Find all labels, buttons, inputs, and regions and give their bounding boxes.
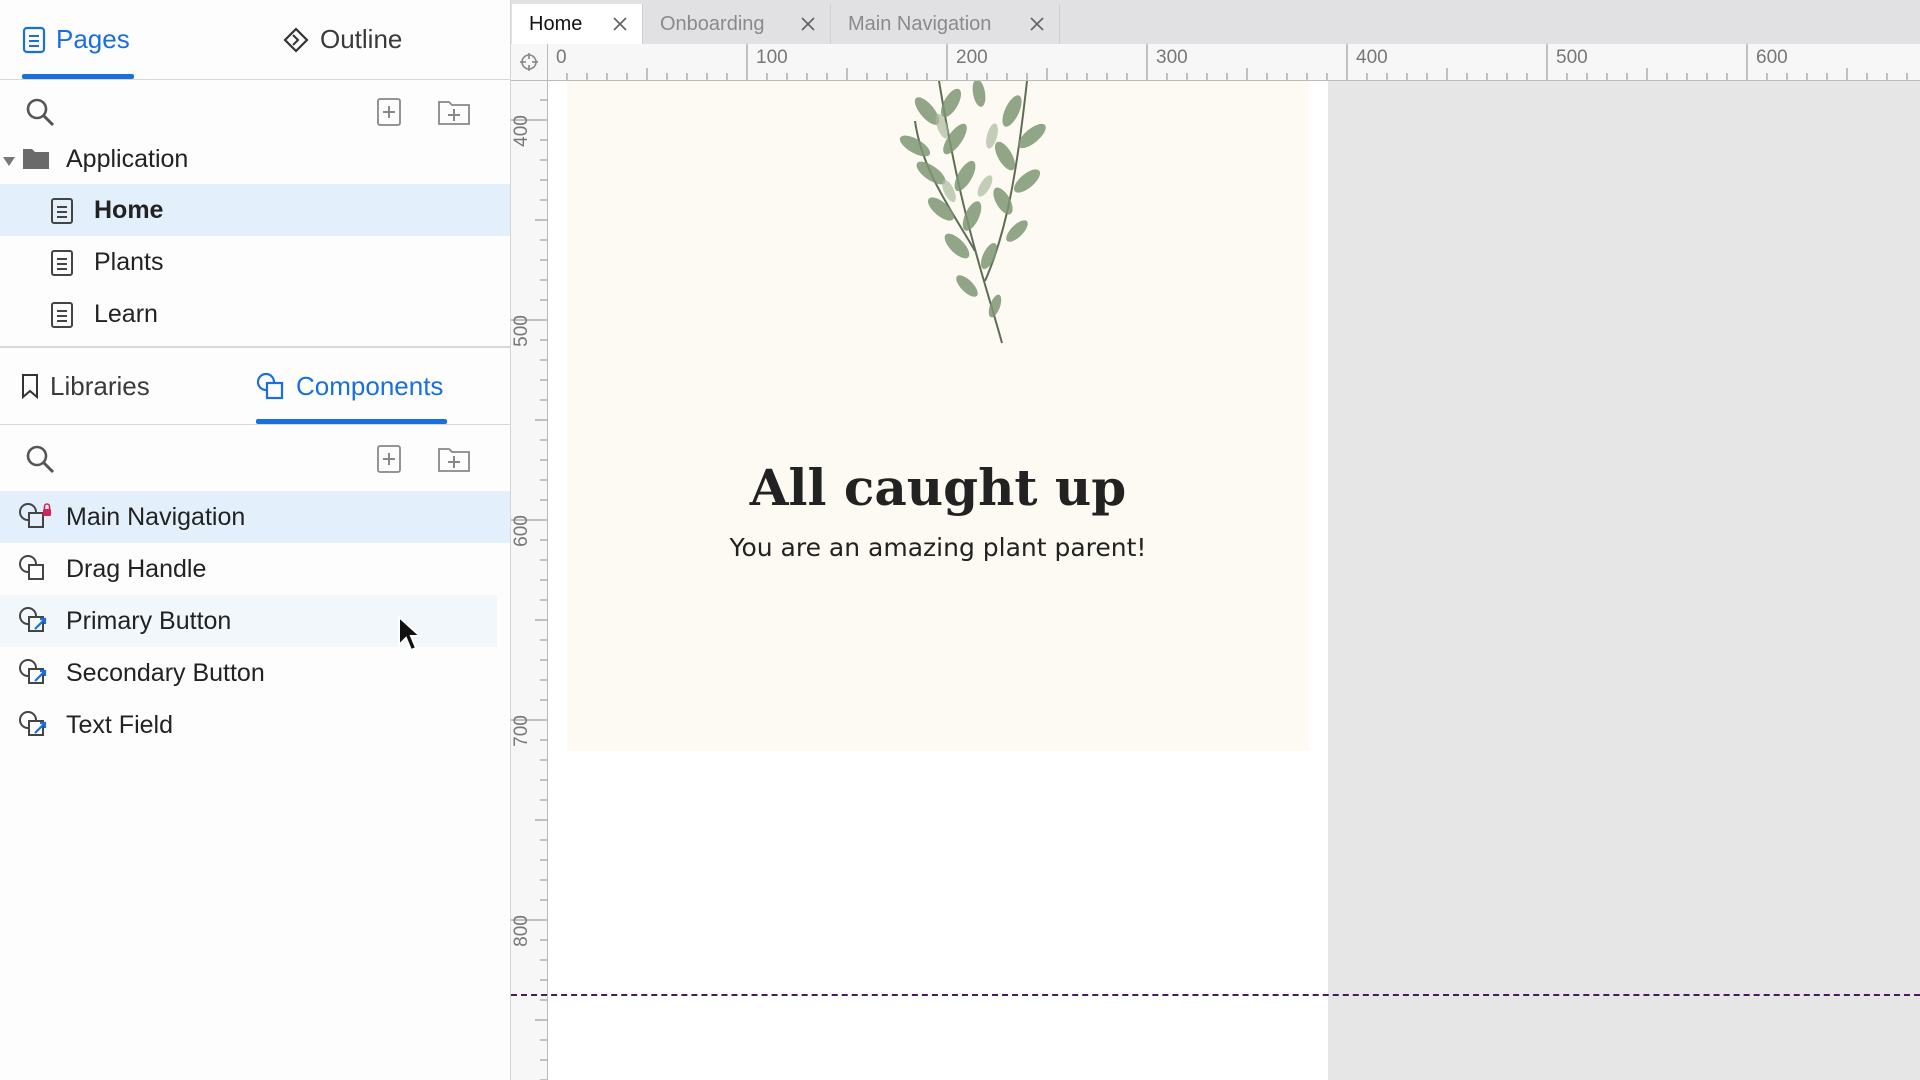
add-folder-icon[interactable] [436,441,472,477]
search-icon[interactable] [22,94,58,130]
offpage-area [1328,81,1920,1080]
component-text-field[interactable]: Text Field [0,699,510,751]
tab-pages[interactable]: Pages [22,0,134,79]
page-item-plants[interactable]: Plants [0,236,510,288]
tab-pages-label: Pages [56,24,130,54]
doc-tab-home[interactable]: Home [512,4,643,44]
component-linked-icon [17,709,53,748]
add-folder-icon[interactable] [436,94,472,130]
ruler-label: 200 [956,47,988,68]
components-toolbar [0,427,510,491]
sidebar: Pages Outline Application Home Plants Le… [0,0,511,1080]
component-label: Text Field [66,710,173,739]
component-icon [17,553,53,592]
add-component-icon[interactable] [371,441,407,477]
ruler-label: 600 [511,515,532,547]
crosshair-icon [520,53,538,71]
caret-down-icon[interactable] [3,145,15,174]
component-main-navigation[interactable]: Main Navigation [0,491,510,543]
ruler-label: 800 [511,915,532,947]
ruler-label: 400 [511,115,532,147]
ruler-ticks [546,44,1908,80]
tab-outline-label: Outline [320,24,403,54]
page-item-label: Home [94,195,164,224]
folder-application[interactable]: Application [0,133,510,185]
page-item-home[interactable]: Home [0,184,510,236]
components-icon [256,372,286,400]
design-canvas[interactable]: All caught up You are an amazing plant p… [548,81,1920,1080]
fold-guide-line[interactable] [511,994,1920,996]
outline-diamond-icon [282,26,310,54]
folder-icon [22,146,50,177]
ruler-origin-button[interactable] [511,44,548,81]
ruler-label: 0 [556,47,567,68]
doc-tab-label: Main Navigation [848,12,992,35]
component-linked-icon [17,657,53,696]
doc-tab-label: Home [529,12,583,35]
component-label: Main Navigation [66,502,246,531]
doc-tab-onboarding[interactable]: Onboarding [643,4,831,44]
tab-components[interactable]: Components [256,348,448,424]
page-item-label: Plants [94,247,164,276]
tab-libraries-label: Libraries [50,370,150,401]
vertical-ruler[interactable]: 400 500 600 700 800 [511,80,548,1080]
page-item-learn[interactable]: Learn [0,288,510,340]
component-label: Drag Handle [66,554,207,583]
tab-components-label: Components [296,370,444,401]
document-tab-bar: Home Onboarding Main Navigation [511,0,1920,44]
folder-label: Application [66,144,189,173]
ruler-label: 500 [1556,47,1588,68]
doc-tab-main-navigation[interactable]: Main Navigation [831,4,1060,44]
component-secondary-button[interactable]: Secondary Button [0,647,510,699]
ruler-label: 400 [1356,47,1388,68]
ruler-label: 300 [1156,47,1188,68]
component-label: Primary Button [66,606,232,635]
libraries-components-tabbar: Libraries Components [0,348,510,425]
component-locked-icon [17,501,53,540]
component-drag-handle[interactable]: Drag Handle [0,543,510,595]
page-heading[interactable]: All caught up [567,458,1309,517]
ruler-label: 600 [1756,47,1788,68]
plant-illustration[interactable] [867,81,1067,351]
tab-outline[interactable]: Outline [282,0,402,79]
pages-outline-tabbar: Pages Outline [0,0,510,80]
component-label: Secondary Button [66,658,265,687]
page-icon [50,249,74,284]
add-page-icon[interactable] [371,94,407,130]
close-icon[interactable] [798,14,818,34]
close-icon[interactable] [1027,14,1047,34]
search-icon[interactable] [22,441,58,477]
artboard-home[interactable]: All caught up You are an amazing plant p… [567,81,1309,751]
page-icon [50,301,74,336]
page-icon [22,26,46,54]
close-icon[interactable] [610,14,630,34]
bookmark-icon [20,373,40,399]
tab-libraries[interactable]: Libraries [20,348,150,424]
mouse-cursor-icon [397,614,423,655]
ruler-label: 700 [511,715,532,747]
horizontal-ruler[interactable]: 0 100 200 300 400 500 600 [511,44,1920,81]
component-linked-icon [17,605,53,644]
ruler-label: 500 [511,315,532,347]
ruler-label: 100 [756,47,788,68]
doc-tab-label: Onboarding [660,12,765,35]
page-icon [50,197,74,232]
page-item-label: Learn [94,299,158,328]
page-subheading[interactable]: You are an amazing plant parent! [567,533,1309,562]
